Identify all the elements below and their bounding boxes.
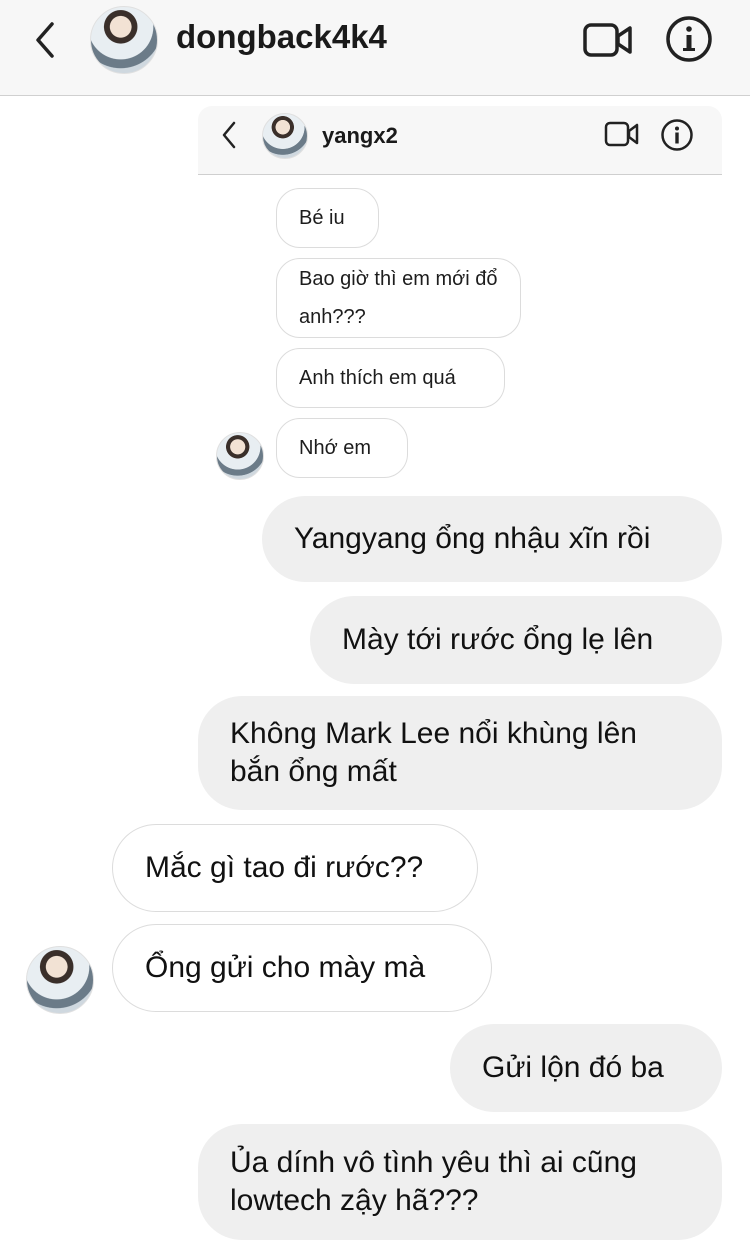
video-camera-icon [604,121,639,147]
embedded-username: yangx2 [322,123,398,148]
outgoing-message[interactable]: Gửi lộn đó ba [450,1024,722,1112]
embedded-message: Bé iu [276,188,379,248]
embedded-sender-avatar [216,432,264,480]
avatar[interactable] [90,6,158,74]
outgoing-message[interactable]: Không Mark Lee nổi khùng lên bắn ổng mất [198,696,722,810]
info-icon [661,119,693,151]
embedded-message: Anh thích em quá [276,348,505,408]
outgoing-message[interactable]: Ủa dính vô tình yêu thì ai cũng lowtech … [198,1124,722,1240]
video-camera-icon[interactable] [582,20,634,60]
chat-username[interactable]: dongback4k4 [176,18,387,56]
incoming-message[interactable]: Mắc gì tao đi rước?? [112,824,478,912]
chevron-left-icon[interactable] [30,20,60,60]
outgoing-message[interactable]: Yangyang ổng nhậu xĩn rồi [262,496,722,582]
outgoing-message[interactable]: Mày tới rước ổng lẹ lên [310,596,722,684]
embedded-screenshot-header: yangx2 [198,106,722,175]
embedded-message: Nhớ em [276,418,408,478]
sender-avatar[interactable] [26,946,94,1014]
embedded-message: Bao giờ thì em mới đổ anh??? [276,258,521,338]
chevron-left-icon [222,121,236,149]
info-icon[interactable] [664,14,714,64]
chat-header: dongback4k4 [0,0,750,96]
incoming-message[interactable]: Ổng gửi cho mày mà [112,924,492,1012]
embedded-avatar [262,113,308,159]
